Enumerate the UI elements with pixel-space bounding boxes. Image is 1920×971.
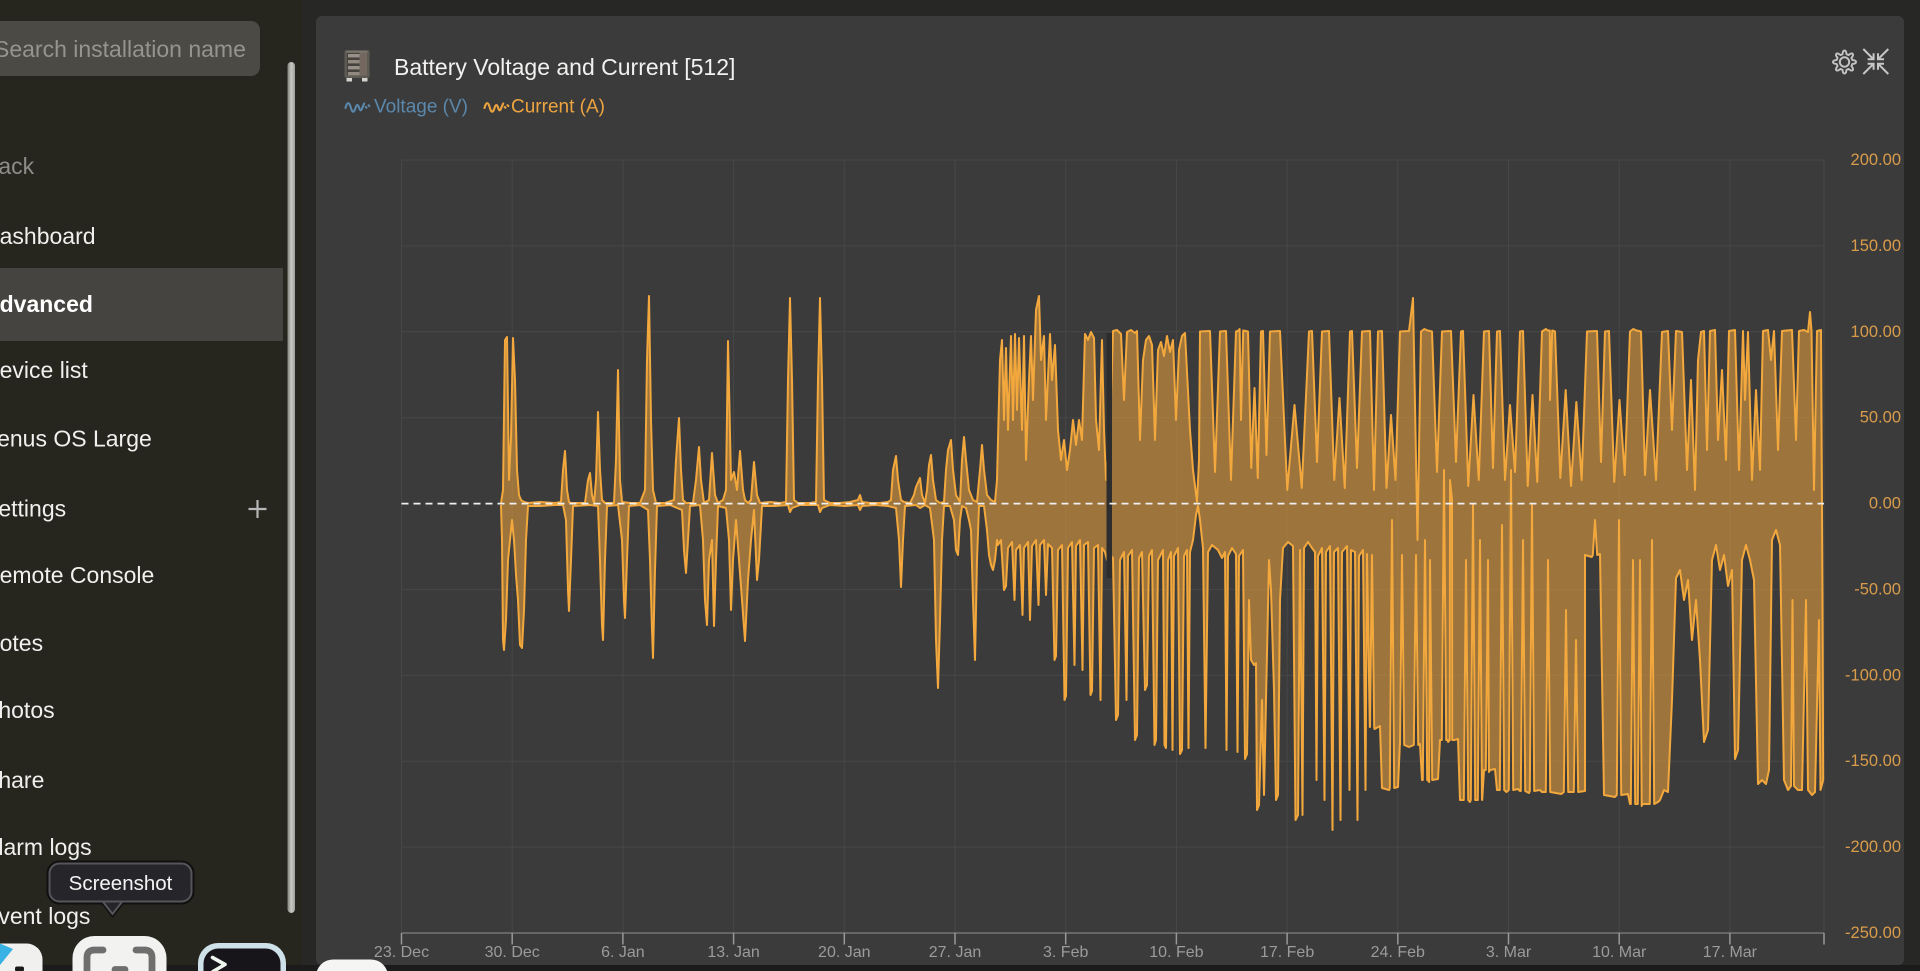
svg-text:Battery Voltage and Current [5: Battery Voltage and Current [512] (394, 54, 735, 80)
svg-text:23. Dec: 23. Dec (374, 944, 429, 961)
svg-text:3. Feb: 3. Feb (1043, 944, 1088, 961)
svg-text:50.00: 50.00 (1860, 409, 1901, 427)
svg-text:-100.00: -100.00 (1845, 666, 1901, 684)
svg-text:Photos: Photos (0, 697, 55, 723)
svg-text:24. Feb: 24. Feb (1371, 944, 1425, 961)
svg-text:Settings: Settings (0, 496, 66, 522)
svg-text:Alarm logs: Alarm logs (0, 834, 92, 860)
svg-text:Screenshot: Screenshot (69, 872, 173, 895)
svg-text:6. Jan: 6. Jan (601, 944, 645, 961)
svg-text:Dashboard: Dashboard (0, 223, 96, 249)
svg-text:Device list: Device list (0, 357, 88, 383)
svg-text:200.00: 200.00 (1851, 151, 1901, 169)
svg-text:Venus OS Large: Venus OS Large (0, 426, 152, 452)
svg-text:Remote Console: Remote Console (0, 562, 154, 588)
svg-text:3. Mar: 3. Mar (1486, 944, 1532, 961)
svg-text:-150.00: -150.00 (1845, 752, 1901, 770)
svg-text:-50.00: -50.00 (1854, 580, 1901, 598)
svg-text:30. Dec: 30. Dec (485, 944, 540, 961)
svg-text:10. Feb: 10. Feb (1149, 944, 1203, 961)
svg-text:Current (A): Current (A) (511, 97, 605, 118)
svg-text:17. Mar: 17. Mar (1703, 944, 1758, 961)
svg-text:Share: Share (0, 767, 44, 793)
svg-text:Voltage (V): Voltage (V) (374, 97, 468, 118)
svg-text:Back: Back (0, 153, 35, 179)
svg-text:Event logs: Event logs (0, 903, 90, 929)
svg-text:Advanced: Advanced (0, 291, 93, 317)
svg-text:20. Jan: 20. Jan (818, 944, 870, 961)
svg-text:Search installation name: Search installation name (0, 36, 246, 62)
svg-text:Notes: Notes (0, 630, 43, 656)
svg-text:10. Mar: 10. Mar (1592, 944, 1647, 961)
svg-text:100.00: 100.00 (1851, 323, 1901, 341)
svg-text:150.00: 150.00 (1851, 237, 1901, 255)
svg-text:-250.00: -250.00 (1845, 924, 1901, 942)
svg-text:27. Jan: 27. Jan (929, 944, 981, 961)
svg-text:17. Feb: 17. Feb (1260, 944, 1314, 961)
svg-text:13. Jan: 13. Jan (707, 944, 759, 961)
svg-text:-200.00: -200.00 (1845, 838, 1901, 856)
svg-text:0.00: 0.00 (1869, 495, 1901, 513)
